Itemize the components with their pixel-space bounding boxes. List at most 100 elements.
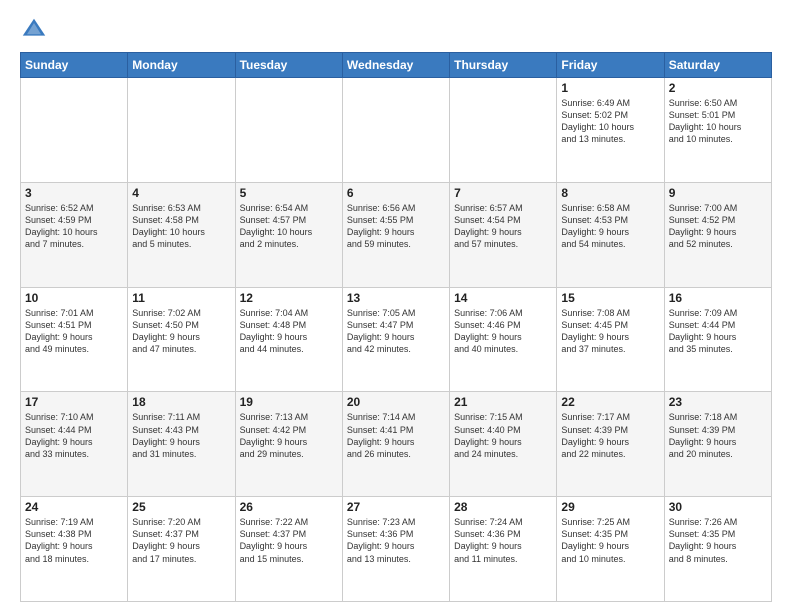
day-info: Sunrise: 7:18 AM Sunset: 4:39 PM Dayligh… <box>669 411 767 460</box>
day-number: 22 <box>561 395 659 409</box>
calendar-cell: 1 Sunrise: 6:49 AM Sunset: 5:02 PM Daylig… <box>557 78 664 183</box>
day-info: Sunrise: 6:57 AM Sunset: 4:54 PM Dayligh… <box>454 202 552 251</box>
day-info: Sunrise: 7:01 AM Sunset: 4:51 PM Dayligh… <box>25 307 123 356</box>
day-info: Sunrise: 7:11 AM Sunset: 4:43 PM Dayligh… <box>132 411 230 460</box>
day-number: 20 <box>347 395 445 409</box>
day-info: Sunrise: 7:22 AM Sunset: 4:37 PM Dayligh… <box>240 516 338 565</box>
day-number: 9 <box>669 186 767 200</box>
calendar-cell: 18 Sunrise: 7:11 AM Sunset: 4:43 PM Dayli… <box>128 392 235 497</box>
day-info: Sunrise: 7:26 AM Sunset: 4:35 PM Dayligh… <box>669 516 767 565</box>
calendar-cell: 19 Sunrise: 7:13 AM Sunset: 4:42 PM Dayli… <box>235 392 342 497</box>
day-info: Sunrise: 7:14 AM Sunset: 4:41 PM Dayligh… <box>347 411 445 460</box>
weekday-header-thursday: Thursday <box>450 53 557 78</box>
calendar-cell: 23 Sunrise: 7:18 AM Sunset: 4:39 PM Dayli… <box>664 392 771 497</box>
week-row-2: 3Sunrise: 6:52 AM Sunset: 4:59 PM Daylig… <box>21 182 772 287</box>
calendar-cell: 6 Sunrise: 6:56 AM Sunset: 4:55 PM Daylig… <box>342 182 449 287</box>
weekday-header-tuesday: Tuesday <box>235 53 342 78</box>
calendar-cell: 24 Sunrise: 7:19 AM Sunset: 4:38 PM Dayli… <box>21 497 128 602</box>
day-number: 4 <box>132 186 230 200</box>
day-number: 19 <box>240 395 338 409</box>
day-number: 15 <box>561 291 659 305</box>
day-number: 29 <box>561 500 659 514</box>
day-info: Sunrise: 7:00 AM Sunset: 4:52 PM Dayligh… <box>669 202 767 251</box>
calendar-table: SundayMondayTuesdayWednesdayThursdayFrid… <box>20 52 772 602</box>
day-number: 16 <box>669 291 767 305</box>
calendar-cell: 2 Sunrise: 6:50 AM Sunset: 5:01 PM Daylig… <box>664 78 771 183</box>
day-number: 12 <box>240 291 338 305</box>
day-number: 5 <box>240 186 338 200</box>
weekday-header-friday: Friday <box>557 53 664 78</box>
calendar-cell: 16 Sunrise: 7:09 AM Sunset: 4:44 PM Dayli… <box>664 287 771 392</box>
calendar-cell <box>450 78 557 183</box>
calendar-cell: 22 Sunrise: 7:17 AM Sunset: 4:39 PM Dayli… <box>557 392 664 497</box>
day-number: 2 <box>669 81 767 95</box>
weekday-header-row: SundayMondayTuesdayWednesdayThursdayFrid… <box>21 53 772 78</box>
day-number: 8 <box>561 186 659 200</box>
day-number: 28 <box>454 500 552 514</box>
day-number: 14 <box>454 291 552 305</box>
day-info: Sunrise: 6:52 AM Sunset: 4:59 PM Dayligh… <box>25 202 123 251</box>
day-info: Sunrise: 7:04 AM Sunset: 4:48 PM Dayligh… <box>240 307 338 356</box>
day-info: Sunrise: 7:23 AM Sunset: 4:36 PM Dayligh… <box>347 516 445 565</box>
calendar-cell: 25Sunrise: 7:20 AM Sunset: 4:37 PM Dayli… <box>128 497 235 602</box>
day-info: Sunrise: 6:56 AM Sunset: 4:55 PM Dayligh… <box>347 202 445 251</box>
calendar-cell: 26 Sunrise: 7:22 AM Sunset: 4:37 PM Dayli… <box>235 497 342 602</box>
day-info: Sunrise: 7:25 AM Sunset: 4:35 PM Dayligh… <box>561 516 659 565</box>
day-number: 7 <box>454 186 552 200</box>
header <box>20 16 772 44</box>
calendar-cell: 29 Sunrise: 7:25 AM Sunset: 4:35 PM Dayli… <box>557 497 664 602</box>
day-number: 27 <box>347 500 445 514</box>
day-info: Sunrise: 7:19 AM Sunset: 4:38 PM Dayligh… <box>25 516 123 565</box>
weekday-header-monday: Monday <box>128 53 235 78</box>
day-info: Sunrise: 6:58 AM Sunset: 4:53 PM Dayligh… <box>561 202 659 251</box>
week-row-5: 24 Sunrise: 7:19 AM Sunset: 4:38 PM Dayli… <box>21 497 772 602</box>
calendar-cell: 7 Sunrise: 6:57 AM Sunset: 4:54 PM Daylig… <box>450 182 557 287</box>
calendar-cell: 21Sunrise: 7:15 AM Sunset: 4:40 PM Dayli… <box>450 392 557 497</box>
weekday-header-sunday: Sunday <box>21 53 128 78</box>
calendar-header: SundayMondayTuesdayWednesdayThursdayFrid… <box>21 53 772 78</box>
calendar-cell: 20 Sunrise: 7:14 AM Sunset: 4:41 PM Dayli… <box>342 392 449 497</box>
day-number: 23 <box>669 395 767 409</box>
day-info: Sunrise: 6:53 AM Sunset: 4:58 PM Dayligh… <box>132 202 230 251</box>
calendar-cell: 17 Sunrise: 7:10 AM Sunset: 4:44 PM Dayli… <box>21 392 128 497</box>
weekday-header-saturday: Saturday <box>664 53 771 78</box>
day-number: 24 <box>25 500 123 514</box>
day-info: Sunrise: 7:24 AM Sunset: 4:36 PM Dayligh… <box>454 516 552 565</box>
day-info: Sunrise: 7:05 AM Sunset: 4:47 PM Dayligh… <box>347 307 445 356</box>
calendar-body: 1 Sunrise: 6:49 AM Sunset: 5:02 PM Daylig… <box>21 78 772 602</box>
day-info: Sunrise: 7:13 AM Sunset: 4:42 PM Dayligh… <box>240 411 338 460</box>
calendar-cell <box>235 78 342 183</box>
day-number: 1 <box>561 81 659 95</box>
day-number: 10 <box>25 291 123 305</box>
day-number: 30 <box>669 500 767 514</box>
day-info: Sunrise: 6:50 AM Sunset: 5:01 PM Dayligh… <box>669 97 767 146</box>
day-info: Sunrise: 6:49 AM Sunset: 5:02 PM Dayligh… <box>561 97 659 146</box>
calendar-cell <box>342 78 449 183</box>
calendar-cell: 5 Sunrise: 6:54 AM Sunset: 4:57 PM Daylig… <box>235 182 342 287</box>
calendar-cell: 28 Sunrise: 7:24 AM Sunset: 4:36 PM Dayli… <box>450 497 557 602</box>
page: SundayMondayTuesdayWednesdayThursdayFrid… <box>0 0 792 612</box>
calendar-cell: 11 Sunrise: 7:02 AM Sunset: 4:50 PM Dayli… <box>128 287 235 392</box>
day-info: Sunrise: 7:02 AM Sunset: 4:50 PM Dayligh… <box>132 307 230 356</box>
calendar-cell: 4 Sunrise: 6:53 AM Sunset: 4:58 PM Daylig… <box>128 182 235 287</box>
calendar-cell: 3Sunrise: 6:52 AM Sunset: 4:59 PM Daylig… <box>21 182 128 287</box>
day-number: 26 <box>240 500 338 514</box>
weekday-header-wednesday: Wednesday <box>342 53 449 78</box>
logo-icon <box>20 16 48 44</box>
calendar-cell: 10 Sunrise: 7:01 AM Sunset: 4:51 PM Dayli… <box>21 287 128 392</box>
day-info: Sunrise: 7:09 AM Sunset: 4:44 PM Dayligh… <box>669 307 767 356</box>
day-number: 17 <box>25 395 123 409</box>
day-number: 11 <box>132 291 230 305</box>
day-number: 18 <box>132 395 230 409</box>
calendar-cell: 15Sunrise: 7:08 AM Sunset: 4:45 PM Dayli… <box>557 287 664 392</box>
day-info: Sunrise: 7:10 AM Sunset: 4:44 PM Dayligh… <box>25 411 123 460</box>
calendar-cell: 30 Sunrise: 7:26 AM Sunset: 4:35 PM Dayli… <box>664 497 771 602</box>
week-row-1: 1 Sunrise: 6:49 AM Sunset: 5:02 PM Daylig… <box>21 78 772 183</box>
day-info: Sunrise: 7:20 AM Sunset: 4:37 PM Dayligh… <box>132 516 230 565</box>
day-number: 6 <box>347 186 445 200</box>
day-info: Sunrise: 7:06 AM Sunset: 4:46 PM Dayligh… <box>454 307 552 356</box>
calendar-cell: 12 Sunrise: 7:04 AM Sunset: 4:48 PM Dayli… <box>235 287 342 392</box>
day-info: Sunrise: 7:17 AM Sunset: 4:39 PM Dayligh… <box>561 411 659 460</box>
calendar-cell <box>21 78 128 183</box>
day-info: Sunrise: 6:54 AM Sunset: 4:57 PM Dayligh… <box>240 202 338 251</box>
